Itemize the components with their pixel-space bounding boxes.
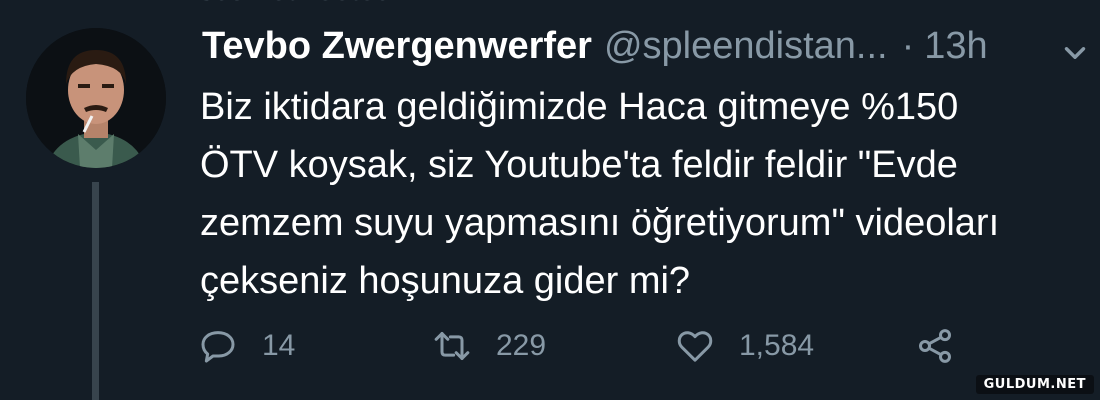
profile-photo xyxy=(26,28,166,168)
share-icon xyxy=(918,329,952,363)
retweet-button[interactable]: 229 xyxy=(432,326,675,366)
retweet-icon xyxy=(434,332,470,360)
share-button[interactable] xyxy=(915,326,955,366)
tweet-text-line: zemzem suyu yapmasını öğretiyorum" video… xyxy=(200,202,1000,244)
retweet-count: 229 xyxy=(496,329,547,362)
retweet-header-label: Biscoi retweeted xyxy=(172,0,392,8)
site-watermark: GULDUM.NET xyxy=(975,375,1094,394)
tweet-timestamp[interactable]: 13h xyxy=(924,22,987,70)
chevron-down-icon[interactable] xyxy=(1058,36,1092,70)
retweet-header: Biscoi retweeted xyxy=(130,0,392,8)
avatar[interactable] xyxy=(26,28,166,168)
author-handle[interactable]: @spleendistan... xyxy=(604,22,888,70)
reply-count: 14 xyxy=(262,329,296,362)
reply-icon xyxy=(201,331,235,363)
like-button[interactable]: 1,584 xyxy=(675,326,915,366)
thread-line xyxy=(92,182,99,400)
tweet-text-line: çekseniz hoşunuza gider mi? xyxy=(200,260,691,302)
reply-button[interactable]: 14 xyxy=(198,326,432,366)
tweet-actions: 14 229 1,584 xyxy=(198,326,955,366)
separator-dot: · xyxy=(901,25,915,67)
tweet-header: Tevbo Zwergenwerfer @spleendistan... · 1… xyxy=(202,22,988,70)
heart-icon xyxy=(677,331,713,362)
tweet-text: Biz iktidara geldiğimizde Haca gitmeye %… xyxy=(200,78,1080,310)
author-name[interactable]: Tevbo Zwergenwerfer xyxy=(202,22,592,70)
like-count: 1,584 xyxy=(739,329,815,362)
tweet-text-line: ÖTV koysak, siz Youtube'ta feldir feldir… xyxy=(200,144,958,186)
tweet-text-line: Biz iktidara geldiğimizde Haca gitmeye %… xyxy=(200,86,959,128)
retweet-icon xyxy=(130,0,160,6)
